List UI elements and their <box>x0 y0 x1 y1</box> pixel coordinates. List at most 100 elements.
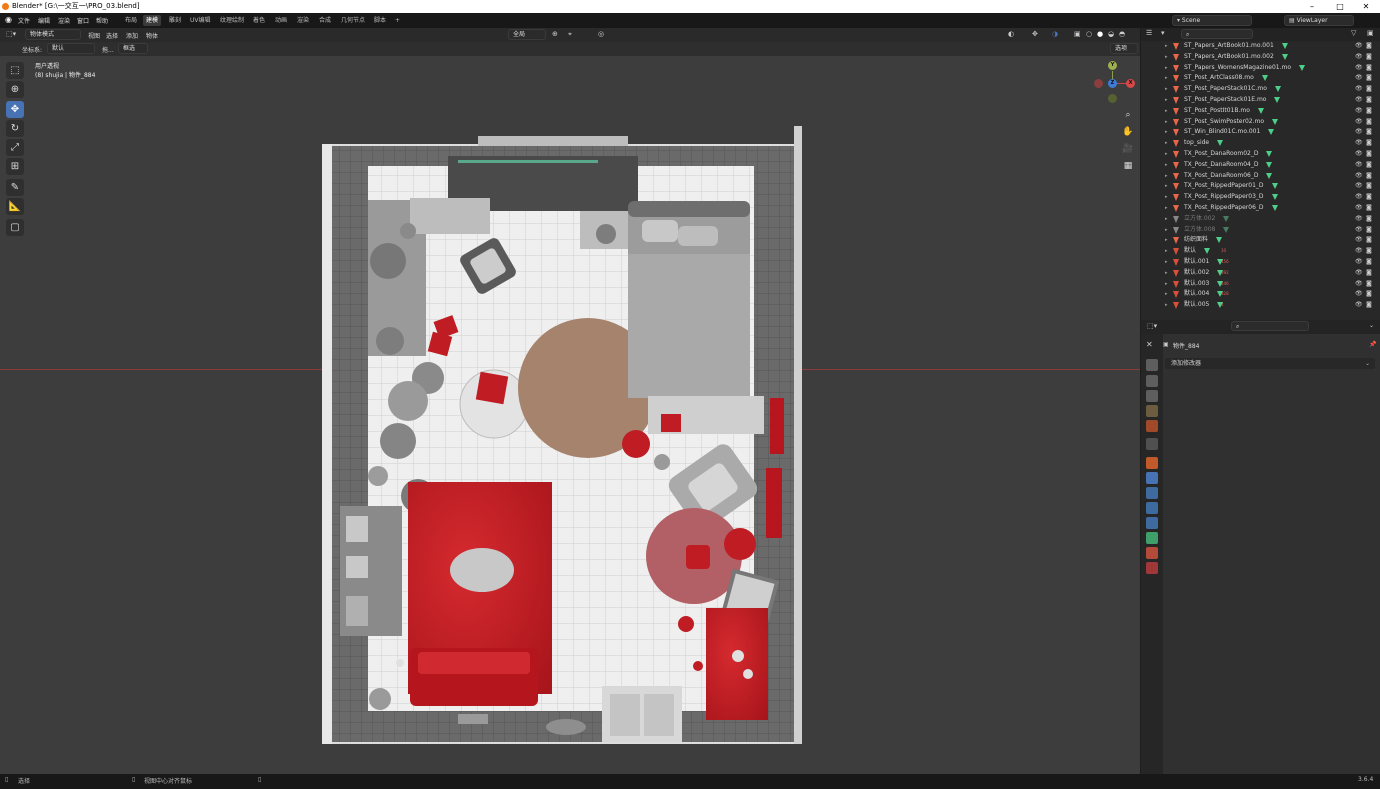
eye-icon[interactable]: 👁 <box>1355 171 1363 182</box>
options-dropdown[interactable]: 选项 <box>1110 43 1138 54</box>
render-camera-icon[interactable]: ◙ <box>1366 203 1372 214</box>
render-camera-icon[interactable]: ◙ <box>1366 268 1372 279</box>
select-box-tool-icon[interactable]: ⬚ <box>6 62 24 79</box>
outliner-row[interactable]: ▸ TX_Post_DanaRoom02_D 👁 ◙ <box>1141 149 1380 160</box>
render-camera-icon[interactable]: ◙ <box>1366 257 1372 268</box>
render-camera-icon[interactable]: ◙ <box>1366 225 1372 236</box>
mode-selector[interactable]: 物体模式 <box>25 29 81 40</box>
outliner-row[interactable]: ▸ ST_Post_PaperStack01E.mo 👁 ◙ <box>1141 95 1380 106</box>
outliner-search-input[interactable]: ⌕ <box>1181 29 1253 39</box>
transform-tool-icon[interactable]: ⊞ <box>6 158 24 175</box>
outliner-row[interactable]: ▸ TX_Post_RippedPaper03_D 👁 ◙ <box>1141 192 1380 203</box>
expand-chevron-icon[interactable]: ▸ <box>1165 160 1168 171</box>
eye-icon[interactable]: 👁 <box>1355 95 1363 106</box>
eye-icon[interactable]: 👁 <box>1355 138 1363 149</box>
gizmo-neg-x[interactable] <box>1094 79 1103 88</box>
outliner-row[interactable]: ▸ 立方体.002 👁 ◙ <box>1141 214 1380 225</box>
eye-icon[interactable]: 👁 <box>1355 192 1363 203</box>
expand-chevron-icon[interactable]: ▸ <box>1165 138 1168 149</box>
blender-menu-icon[interactable]: ◉ <box>5 15 12 24</box>
chevron-down-icon[interactable]: ⌄ <box>1369 322 1374 329</box>
gizmo-y-axis[interactable]: Y <box>1108 61 1117 70</box>
move-tool-icon[interactable]: ✥ <box>6 101 24 118</box>
render-camera-icon[interactable]: ◙ <box>1366 214 1372 225</box>
close-window-icon[interactable]: ✕ <box>1354 0 1378 13</box>
drag-mode-selector[interactable]: 框选 <box>118 43 148 54</box>
measure-tool-icon[interactable]: 📐 <box>6 198 24 215</box>
tab-rendering[interactable]: 渲染 <box>294 15 312 26</box>
rotate-tool-icon[interactable]: ↻ <box>6 120 24 137</box>
expand-chevron-icon[interactable]: ▸ <box>1165 117 1168 128</box>
eye-icon[interactable]: 👁 <box>1355 289 1363 300</box>
3d-viewport[interactable]: ⬚▾ 物体模式 视图 选择 添加 物体 全局 ⊕ ⌖ ◎ ◐ ✥ ◑ ▣ ○ ●… <box>0 28 1140 774</box>
constraints-tab-icon[interactable] <box>1146 517 1158 529</box>
eye-icon[interactable]: 👁 <box>1355 41 1363 52</box>
render-camera-icon[interactable]: ◙ <box>1366 289 1372 300</box>
menu-help[interactable]: 帮助 <box>96 16 108 25</box>
particles-tab-icon[interactable] <box>1146 487 1158 499</box>
minimize-icon[interactable]: – <box>1300 0 1324 13</box>
outliner-row[interactable]: ▸ 默认.002 392 👁 ◙ <box>1141 268 1380 279</box>
menu-render[interactable]: 渲染 <box>58 16 70 25</box>
outliner-row[interactable]: ▸ 默认.004 328 👁 ◙ <box>1141 289 1380 300</box>
outliner-row[interactable]: ▸ ST_Papers_WomensMagazine01.mo 👁 ◙ <box>1141 63 1380 74</box>
render-tab-icon[interactable] <box>1146 359 1158 371</box>
modifier-tab-icon[interactable] <box>1146 472 1158 484</box>
expand-chevron-icon[interactable]: ▸ <box>1165 181 1168 192</box>
tab-layout[interactable]: 布局 <box>122 15 140 26</box>
annotate-tool-icon[interactable]: ✎ <box>6 179 24 196</box>
expand-chevron-icon[interactable]: ▸ <box>1165 149 1168 160</box>
eye-icon[interactable]: 👁 <box>1355 181 1363 192</box>
expand-chevron-icon[interactable]: ▸ <box>1165 300 1168 311</box>
editor-type-icon[interactable]: ⬚▾ <box>1147 322 1157 330</box>
eye-icon[interactable]: 👁 <box>1355 84 1363 95</box>
render-camera-icon[interactable]: ◙ <box>1366 181 1372 192</box>
tab-geometry-nodes[interactable]: 几何节点 <box>338 15 368 26</box>
eye-icon[interactable]: 👁 <box>1355 117 1363 128</box>
eye-icon[interactable]: 👁 <box>1355 214 1363 225</box>
render-camera-icon[interactable]: ◙ <box>1366 41 1372 52</box>
render-camera-icon[interactable]: ◙ <box>1366 84 1372 95</box>
eye-icon[interactable]: 👁 <box>1355 63 1363 74</box>
snap-icon[interactable]: ⌖ <box>568 30 572 39</box>
outliner-row[interactable]: ▸ 立方体.008 👁 ◙ <box>1141 225 1380 236</box>
eye-icon[interactable]: 👁 <box>1355 279 1363 290</box>
texture-tab-icon[interactable] <box>1146 562 1158 574</box>
menu-view[interactable]: 视图 <box>88 31 100 40</box>
zoom-icon[interactable]: ⌕ <box>1121 108 1135 122</box>
world-tab-icon[interactable] <box>1146 420 1158 432</box>
outliner-row[interactable]: ▸ 默认.003 246 👁 ◙ <box>1141 279 1380 290</box>
eye-icon[interactable]: 👁 <box>1355 127 1363 138</box>
ortho-grid-icon[interactable]: ▦ <box>1121 159 1135 173</box>
tab-modeling[interactable]: 建模 <box>143 15 162 26</box>
render-camera-icon[interactable]: ◙ <box>1366 279 1372 290</box>
eye-icon[interactable]: 👁 <box>1355 149 1363 160</box>
new-collection-icon[interactable]: ▣ <box>1367 29 1374 37</box>
eye-icon[interactable]: 👁 <box>1355 73 1363 84</box>
expand-chevron-icon[interactable]: ▸ <box>1165 73 1168 84</box>
tab-shading[interactable]: 着色 <box>250 15 268 26</box>
tab-compositing[interactable]: 合成 <box>316 15 334 26</box>
expand-chevron-icon[interactable]: ▸ <box>1165 171 1168 182</box>
render-camera-icon[interactable]: ◙ <box>1366 127 1372 138</box>
outliner-row[interactable]: ▸ TX_Post_DanaRoom06_D 👁 ◙ <box>1141 171 1380 182</box>
gizmo-x-axis[interactable]: X <box>1126 79 1135 88</box>
add-workspace-button[interactable]: + <box>392 15 403 26</box>
menu-add[interactable]: 添加 <box>126 31 138 40</box>
solid-shading-icon[interactable]: ● <box>1097 30 1103 38</box>
scene-selector[interactable]: ▾ Scene <box>1172 15 1252 26</box>
data-tab-icon[interactable] <box>1146 532 1158 544</box>
expand-chevron-icon[interactable]: ▸ <box>1165 106 1168 117</box>
pin-icon[interactable]: 📌 <box>1369 341 1376 348</box>
scale-tool-icon[interactable]: ⤢ <box>6 139 24 156</box>
expand-chevron-icon[interactable]: ▸ <box>1165 257 1168 268</box>
gizmo-toggle-icon[interactable]: ✥ <box>1032 30 1038 38</box>
outliner-row[interactable]: ▸ ST_Papers_ArtBook01.mo.001 👁 ◙ <box>1141 41 1380 52</box>
filter-icon[interactable]: ▽ <box>1351 29 1356 37</box>
eye-icon[interactable]: 👁 <box>1355 52 1363 63</box>
tab-sculpt[interactable]: 雕刻 <box>166 15 184 26</box>
cursor-tool-icon[interactable]: ⊕ <box>6 81 24 98</box>
eye-icon[interactable]: 👁 <box>1355 235 1363 246</box>
expand-chevron-icon[interactable]: ▸ <box>1165 246 1168 257</box>
render-camera-icon[interactable]: ◙ <box>1366 246 1372 257</box>
